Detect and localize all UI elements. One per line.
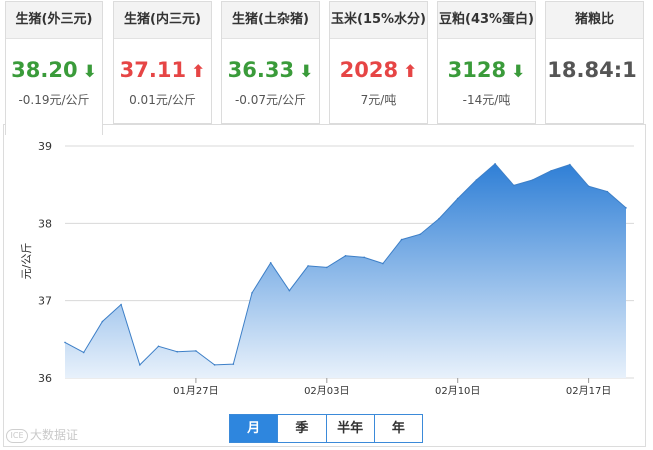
- data-point: [494, 162, 496, 165]
- data-point: [64, 341, 66, 344]
- data-point: [82, 351, 85, 354]
- data-point: [139, 364, 141, 366]
- data-point: [288, 289, 291, 292]
- card-value: 3128: [447, 58, 507, 82]
- range-tab-group: 月 季 半年 年: [229, 414, 423, 443]
- data-point: [400, 238, 403, 241]
- card-change: 0.01元/公斤: [129, 93, 196, 107]
- data-point: [513, 184, 515, 187]
- card-title: 猪粮比: [546, 2, 643, 39]
- data-point: [101, 320, 104, 323]
- data-point: [232, 363, 235, 365]
- card-title: 豆粕(43%蛋白): [438, 2, 535, 39]
- card-pig-outer-ternary[interactable]: 生猪(外三元) 38.20 ⬇ -0.19元/公斤: [5, 1, 103, 135]
- card-value: 38.20: [11, 58, 78, 82]
- watermark-logo: ICE: [6, 428, 28, 443]
- card-soybean-meal[interactable]: 豆粕(43%蛋白) 3128 ⬇ -14元/吨: [437, 1, 536, 124]
- arrow-down-icon: ⬇: [511, 62, 526, 82]
- data-point: [587, 185, 590, 188]
- arrow-up-icon: ⬆: [403, 62, 418, 82]
- data-point: [438, 217, 440, 220]
- data-point: [176, 350, 178, 353]
- y-tick-label: 36: [38, 372, 52, 385]
- y-tick-label: 38: [38, 217, 52, 230]
- data-point: [120, 303, 122, 306]
- price-chart-panel: 36 37 38 39 01月27日 02月03日 02月10日 02月17日 元/公斤: [3, 124, 646, 447]
- data-point: [419, 233, 422, 235]
- y-axis-label: 元/公斤: [20, 243, 33, 280]
- card-change: -0.07元/公斤: [234, 93, 307, 107]
- x-tick-label: 02月10日: [435, 385, 480, 397]
- data-point: [625, 207, 627, 209]
- data-point: [531, 179, 534, 181]
- data-point: [213, 364, 216, 366]
- data-point: [550, 169, 552, 172]
- card-corn[interactable]: 玉米(15%水分) 2028 ⬆ 7元/吨: [329, 1, 428, 124]
- card-title: 生猪(内三元): [114, 2, 211, 39]
- arrow-down-icon: ⬇: [82, 62, 97, 82]
- arrow-up-icon: ⬆: [191, 62, 206, 82]
- data-point: [344, 255, 347, 257]
- card-value: 37.11: [119, 58, 187, 82]
- x-tick-label: 02月17日: [566, 385, 611, 397]
- data-point: [251, 292, 253, 294]
- data-point: [195, 350, 197, 352]
- card-pig-grain-ratio[interactable]: 猪粮比 18.84:1: [545, 1, 644, 124]
- data-point: [307, 265, 309, 267]
- card-pig-local-mixed[interactable]: 生猪(土杂猪) 36.33 ⬇ -0.07元/公斤: [221, 1, 320, 124]
- data-point: [475, 179, 478, 181]
- card-value: 18.84:1: [547, 58, 637, 82]
- card-value: 2028: [339, 58, 399, 82]
- data-point: [269, 261, 272, 264]
- data-point: [569, 163, 571, 166]
- card-value: 36.33: [227, 58, 295, 82]
- card-title: 玉米(15%水分): [330, 2, 427, 39]
- card-change: 7元/吨: [360, 93, 397, 107]
- x-tick-label: 02月03日: [304, 385, 349, 397]
- watermark: ICE 大数据证: [6, 426, 78, 443]
- tab-half-year[interactable]: 半年: [327, 415, 375, 442]
- data-point: [157, 345, 160, 348]
- watermark-text: 大数据证: [30, 428, 79, 442]
- data-point: [382, 262, 384, 265]
- data-point: [326, 266, 328, 269]
- tab-quarter[interactable]: 季: [278, 415, 327, 442]
- card-title: 生猪(外三元): [6, 2, 102, 39]
- tab-year[interactable]: 年: [375, 415, 422, 442]
- x-tick-label: 01月27日: [173, 385, 218, 397]
- area-fill: [65, 163, 626, 378]
- tab-month[interactable]: 月: [230, 415, 279, 442]
- card-title: 生猪(土杂猪): [222, 2, 319, 39]
- price-cards: 生猪(外三元) 38.20 ⬇ -0.19元/公斤 生猪(内三元) 37.11 ⬆ …: [0, 0, 653, 135]
- y-tick-label: 39: [38, 140, 52, 153]
- data-point: [363, 256, 366, 259]
- y-tick-label: 37: [38, 295, 52, 308]
- card-change: -0.19元/公斤: [18, 93, 90, 107]
- price-area-chart: 36 37 38 39 01月27日 02月03日 02月10日 02月17日 元/公斤: [20, 140, 634, 397]
- data-point: [606, 190, 609, 193]
- arrow-down-icon: ⬇: [299, 62, 314, 82]
- data-point: [456, 197, 459, 200]
- card-change: -14元/吨: [462, 93, 511, 107]
- card-pig-inner-ternary[interactable]: 生猪(内三元) 37.11 ⬆ 0.01元/公斤: [113, 1, 212, 124]
